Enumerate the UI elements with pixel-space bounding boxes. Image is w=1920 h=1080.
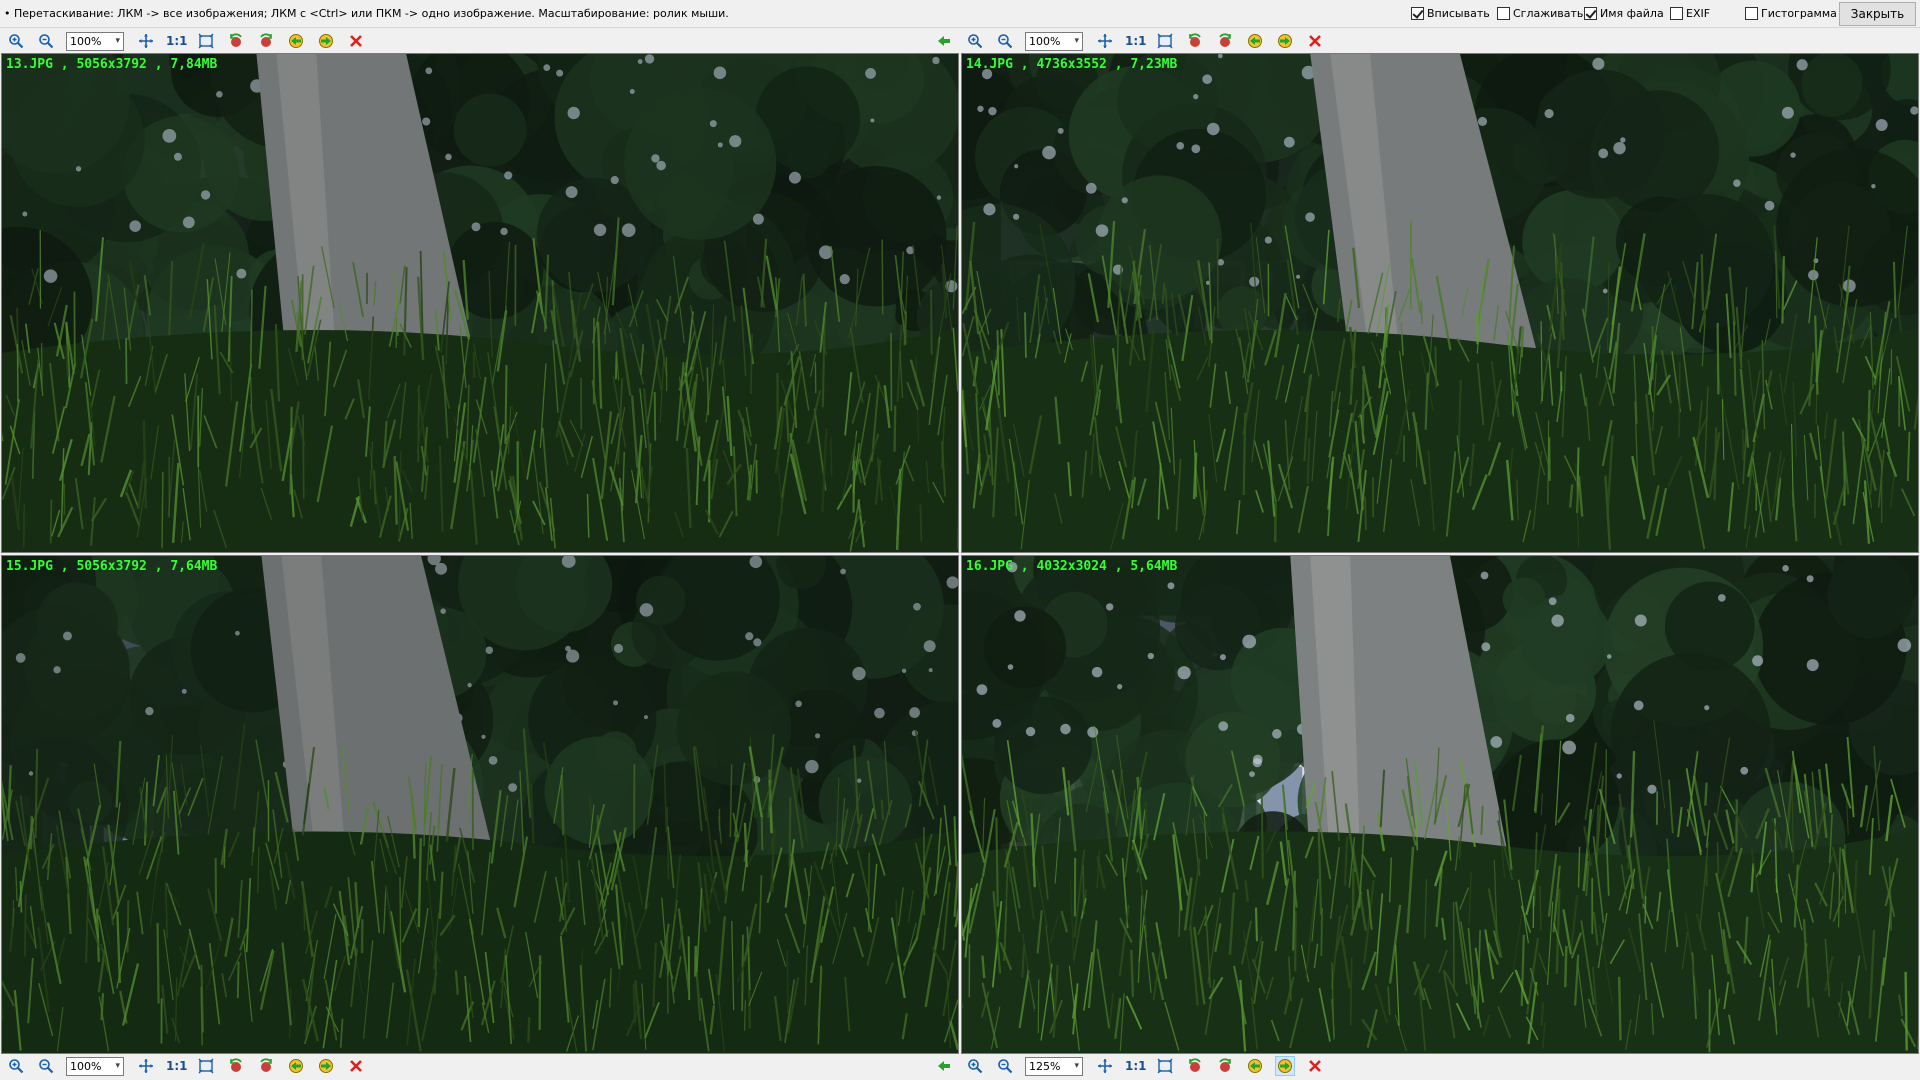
option-fit[interactable]: Вписывать: [1411, 7, 1490, 20]
image-caption: 13.JPG , 5056x3792 , 7,84MB: [6, 57, 218, 72]
close-image-icon[interactable]: [346, 31, 366, 51]
option-filename[interactable]: Имя файла: [1584, 7, 1664, 20]
rotate-right-icon[interactable]: [256, 1056, 276, 1076]
filename-checkbox[interactable]: [1584, 7, 1597, 20]
fit-icon[interactable]: [1095, 31, 1115, 51]
one-to-one-button[interactable]: 1:1: [166, 34, 188, 48]
zoom-out-icon[interactable]: [995, 1056, 1015, 1076]
one-to-one-button[interactable]: 1:1: [1125, 1059, 1147, 1073]
zoom-in-icon[interactable]: [6, 31, 26, 51]
sync-arrow-icon[interactable]: [935, 1057, 953, 1075]
histogram-checkbox[interactable]: [1745, 7, 1758, 20]
chevron-down-icon: ▾: [115, 36, 120, 46]
zoom-level-select[interactable]: 100% ▾: [66, 31, 124, 51]
prev-image-icon[interactable]: [1245, 1056, 1265, 1076]
close-button[interactable]: Закрыть: [1839, 2, 1916, 26]
rotate-left-icon[interactable]: [1185, 1056, 1205, 1076]
filename-label: Имя файла: [1600, 7, 1664, 20]
fit-icon[interactable]: [136, 1056, 156, 1076]
photo-image: [2, 54, 958, 552]
next-image-icon[interactable]: [1275, 1056, 1295, 1076]
fit-window-icon[interactable]: [1155, 1056, 1175, 1076]
photo-image: [2, 556, 958, 1053]
option-histogram[interactable]: Гистограмма: [1745, 7, 1837, 20]
exif-label: EXIF: [1686, 7, 1711, 20]
option-exif[interactable]: EXIF: [1670, 7, 1710, 20]
zoom-out-icon[interactable]: [36, 31, 56, 51]
toolbar-top-right: 100% ▾ 1:1: [965, 29, 1915, 53]
next-image-icon[interactable]: [316, 31, 336, 51]
chevron-down-icon: ▾: [1074, 36, 1079, 46]
chevron-down-icon: ▾: [115, 1061, 120, 1071]
zoom-level-value: 125%: [1029, 1059, 1061, 1073]
smooth-checkbox[interactable]: [1497, 7, 1510, 20]
histogram-label: Гистограмма: [1761, 7, 1837, 20]
options-bar: • Перетаскивание: ЛКМ -> все изображения…: [0, 0, 1920, 28]
image-pane-3[interactable]: 15.JPG , 5056x3792 , 7,64MB: [1, 555, 959, 1054]
toolbar-bottom-left: 100% ▾ 1:1: [6, 1054, 956, 1078]
fit-label: Вписывать: [1427, 7, 1490, 20]
image-compare-window: • Перетаскивание: ЛКМ -> все изображения…: [0, 0, 1920, 1080]
zoom-level-value: 100%: [70, 34, 102, 48]
zoom-level-select[interactable]: 100% ▾: [1025, 31, 1083, 51]
fit-window-icon[interactable]: [196, 31, 216, 51]
fit-icon[interactable]: [136, 31, 156, 51]
photo-image: [962, 54, 1918, 552]
rotate-left-icon[interactable]: [226, 1056, 246, 1076]
rotate-right-icon[interactable]: [1215, 31, 1235, 51]
prev-image-icon[interactable]: [286, 1056, 306, 1076]
photo-image: [962, 556, 1918, 1053]
chevron-down-icon: ▾: [1074, 1061, 1079, 1071]
zoom-in-icon[interactable]: [965, 31, 985, 51]
zoom-in-icon[interactable]: [6, 1056, 26, 1076]
rotate-left-icon[interactable]: [226, 31, 246, 51]
exif-checkbox[interactable]: [1670, 7, 1683, 20]
close-image-icon[interactable]: [1305, 1056, 1325, 1076]
image-caption: 14.JPG , 4736x3552 , 7,23MB: [966, 57, 1178, 72]
rotate-right-icon[interactable]: [256, 31, 276, 51]
zoom-level-value: 100%: [70, 1059, 102, 1073]
image-caption: 15.JPG , 5056x3792 , 7,64MB: [6, 559, 218, 574]
fit-window-icon[interactable]: [1155, 31, 1175, 51]
zoom-out-icon[interactable]: [36, 1056, 56, 1076]
next-image-icon[interactable]: [1275, 31, 1295, 51]
one-to-one-button[interactable]: 1:1: [1125, 34, 1147, 48]
rotate-left-icon[interactable]: [1185, 31, 1205, 51]
fit-window-icon[interactable]: [196, 1056, 216, 1076]
image-pane-4[interactable]: 16.JPG , 4032x3024 , 5,64MB: [961, 555, 1919, 1054]
image-pane-1[interactable]: 13.JPG , 5056x3792 , 7,84MB: [1, 53, 959, 553]
toolbar-bottom-right: 125% ▾ 1:1: [965, 1054, 1915, 1078]
zoom-level-value: 100%: [1029, 34, 1061, 48]
zoom-in-icon[interactable]: [965, 1056, 985, 1076]
zoom-out-icon[interactable]: [995, 31, 1015, 51]
image-caption: 16.JPG , 4032x3024 , 5,64MB: [966, 559, 1178, 574]
toolbar-top-left: 100% ▾ 1:1: [6, 29, 956, 53]
one-to-one-button[interactable]: 1:1: [166, 1059, 188, 1073]
image-pane-2[interactable]: 14.JPG , 4736x3552 , 7,23MB: [961, 53, 1919, 553]
close-image-icon[interactable]: [1305, 31, 1325, 51]
smooth-label: Сглаживать: [1513, 7, 1584, 20]
close-image-icon[interactable]: [346, 1056, 366, 1076]
next-image-icon[interactable]: [316, 1056, 336, 1076]
prev-image-icon[interactable]: [286, 31, 306, 51]
sync-arrow-icon[interactable]: [935, 32, 953, 50]
prev-image-icon[interactable]: [1245, 31, 1265, 51]
hint-text: • Перетаскивание: ЛКМ -> все изображения…: [4, 7, 729, 20]
zoom-level-select[interactable]: 100% ▾: [66, 1056, 124, 1076]
fit-icon[interactable]: [1095, 1056, 1115, 1076]
fit-checkbox[interactable]: [1411, 7, 1424, 20]
rotate-right-icon[interactable]: [1215, 1056, 1235, 1076]
zoom-level-select[interactable]: 125% ▾: [1025, 1056, 1083, 1076]
option-smooth[interactable]: Сглаживать: [1497, 7, 1583, 20]
